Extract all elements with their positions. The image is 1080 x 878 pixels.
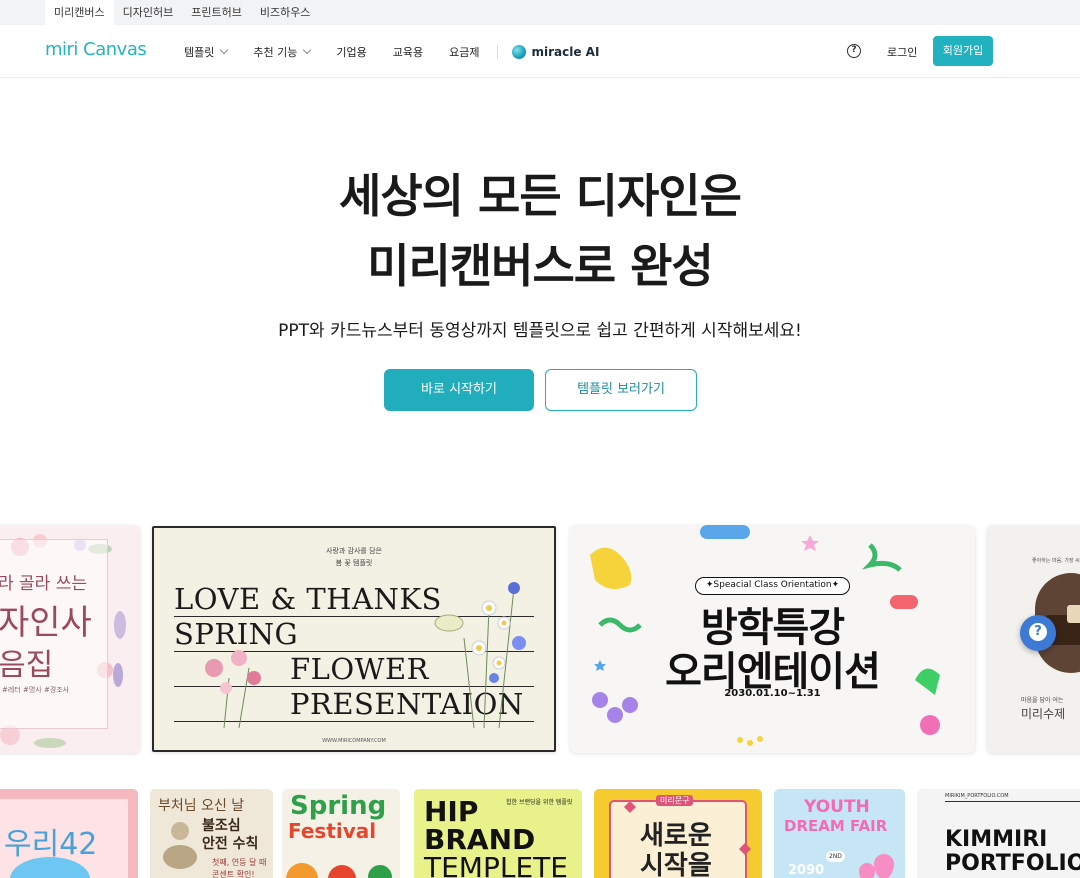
row2-2-line2: 불조심	[202, 818, 241, 834]
template-card-row2-7[interactable]: MIRIKIM_PORTFOLIO.COM KIMMIRI PORTFOLIO	[917, 789, 1080, 878]
template-card-spring-flower[interactable]: 사랑과 감사를 담은 봄 꽃 템플릿 LOVE & THANKS SPRING …	[152, 526, 556, 752]
row2-1-text: 우리42	[4, 827, 98, 862]
nav-templates[interactable]: 템플릿	[184, 44, 229, 60]
card4-caption: 마음을 담아 어는	[1021, 697, 1064, 704]
nav-education[interactable]: 교육용	[393, 44, 423, 60]
row2-4-small: 힙한 브랜딩을 위한 템플릿	[506, 799, 573, 806]
template-card-invitation[interactable]: 라 골라 쓰는 자인사 음집 #레터 #명사 #경조사	[0, 525, 140, 753]
main-header: miri Canvas 템플릿 추천 기능 기업용 교육용 요금제 miracl…	[0, 25, 1080, 78]
row2-5-line2: 시작을	[640, 851, 712, 878]
nav-enterprise[interactable]: 기업용	[336, 44, 366, 60]
nav-features-label: 추천 기능	[253, 45, 298, 59]
flower-shapes	[286, 863, 392, 878]
card2-url: WWW.MIRICOMPANY.COM	[322, 738, 386, 744]
row2-7-small: MIRIKIM_PORTFOLIO.COM	[945, 793, 1009, 799]
tab-designhub[interactable]: 디자인허브	[114, 0, 183, 25]
tab-printhub[interactable]: 프린트허브	[182, 0, 251, 25]
balloon-shapes	[859, 854, 894, 878]
row2-7-line1: KIMMIRI	[945, 827, 1048, 852]
template-card-row2-1[interactable]: 우리42	[0, 789, 138, 878]
view-templates-button[interactable]: 템플릿 보러가기	[545, 369, 697, 411]
nav-templates-label: 템플릿	[184, 45, 215, 59]
card4-title: 미리수제	[1021, 707, 1066, 721]
miracle-ai-link[interactable]: miracle AI	[512, 44, 600, 59]
login-link[interactable]: 로그인	[887, 44, 917, 60]
nav-features[interactable]: 추천 기능	[253, 44, 312, 60]
logo[interactable]: miri Canvas	[45, 39, 147, 60]
top-utility-bar: 미리캔버스 디자인허브 프린트허브 비즈하우스	[0, 0, 1080, 25]
row2-7-line2: PORTFOLIO	[945, 851, 1080, 876]
flower-illustration	[205, 582, 526, 729]
card1-line1: 라 골라 쓰는	[0, 574, 88, 594]
miracle-ai-icon	[512, 44, 527, 59]
main-nav: 템플릿 추천 기능 기업용 교육용 요금제 miracle AI	[184, 25, 599, 78]
signup-button[interactable]: 회원가입	[933, 36, 993, 66]
row2-2-line1: 부처님 오신 날	[158, 798, 245, 814]
row2-2-line5: 콘센트 확인!	[212, 870, 255, 878]
chevron-down-icon	[220, 45, 229, 55]
row2-5-badge: 미리문구	[656, 795, 694, 806]
row2-3-line2: Festival	[288, 819, 377, 843]
row2-2-line3: 안전 수칙	[202, 836, 259, 852]
card1-line2: 자인사	[0, 603, 92, 643]
miracle-ai-label: miracle AI	[531, 44, 600, 59]
template-card-orientation[interactable]: ✦Speacial Class Orientation✦ 방학특강 오리엔테이션…	[570, 525, 975, 753]
template-card-row2-6[interactable]: YOUTH DREAM FAIR 2ND 2090	[774, 789, 905, 878]
template-card-row2-2[interactable]: 부처님 오신 날 불조심 안전 수칙 첫째, 연등 달 때 콘센트 확인!	[150, 789, 273, 878]
card3-date: 2030.01.10~1.31	[724, 688, 821, 699]
help-icon[interactable]: ?	[847, 44, 861, 58]
card3-pill: ✦Speacial Class Orientation✦	[695, 577, 850, 595]
question-icon: ?	[1029, 623, 1047, 641]
service-tabs: 미리캔버스 디자인허브 프린트허브 비즈하우스	[45, 0, 319, 25]
row2-4-line3: TEMPLETE	[424, 851, 568, 878]
template-card-row2-4[interactable]: 힙한 브랜딩을 위한 템플릿 HIP BRAND TEMPLETE	[414, 789, 582, 878]
hero-subtitle: PPT와 카드뉴스부터 동영상까지 템플릿으로 쉽고 간편하게 시작해보세요!	[278, 321, 802, 341]
buddha-icon	[163, 822, 197, 869]
hero-title-line1: 세상의 모든 디자인은	[339, 169, 742, 223]
card1-tags: #레터 #명사 #경조사	[2, 686, 70, 694]
start-now-button[interactable]: 바로 시작하기	[384, 369, 534, 411]
chat-support-button[interactable]: ?	[1020, 615, 1056, 651]
row2-2-line4: 첫째, 연등 달 때	[212, 858, 267, 867]
card1-line3: 음집	[0, 648, 54, 683]
nav-divider	[497, 44, 499, 59]
tab-miricanvas[interactable]: 미리캔버스	[45, 0, 114, 25]
nav-pricing[interactable]: 요금제	[449, 44, 479, 60]
chevron-down-icon	[303, 45, 312, 55]
template-card-row2-5[interactable]: 미리문구 새로운 시작을	[594, 789, 762, 878]
rule-line	[945, 801, 1080, 802]
row2-3-line1: Spring	[290, 791, 387, 821]
hero-title-line2: 미리캔버스로 완성	[367, 239, 714, 293]
tab-bizhows[interactable]: 비즈하우스	[251, 0, 320, 25]
template-card-row2-3[interactable]: Spring Festival	[282, 789, 400, 878]
